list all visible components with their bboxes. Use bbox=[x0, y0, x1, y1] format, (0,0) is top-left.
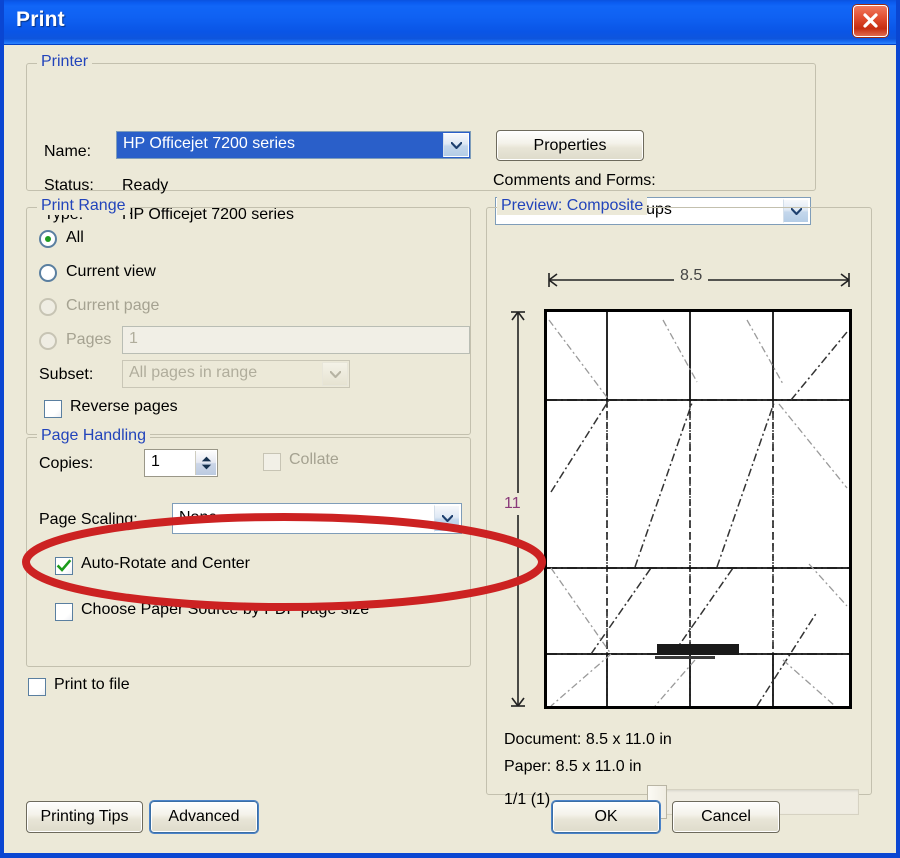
subset-label: Subset: bbox=[39, 366, 94, 383]
page-scaling-combo[interactable]: None bbox=[172, 503, 462, 534]
printer-name-label: Name: bbox=[44, 143, 92, 160]
preview-drawing bbox=[547, 312, 849, 706]
print-range-group-legend: Print Range bbox=[37, 197, 130, 215]
chevron-down-icon[interactable] bbox=[434, 505, 460, 532]
copies-label: Copies: bbox=[39, 455, 94, 472]
page-scaling-label: Page Scaling: bbox=[39, 511, 138, 528]
window-title: Print bbox=[16, 8, 65, 31]
printer-group: Printer bbox=[26, 53, 816, 191]
printer-group-legend: Printer bbox=[37, 53, 93, 71]
chevron-down-icon[interactable] bbox=[443, 133, 469, 157]
printer-status-label: Status: bbox=[44, 177, 94, 194]
collate-checkbox bbox=[263, 453, 281, 471]
preview-width-dimension: 8.5 bbox=[674, 267, 709, 285]
print-to-file-checkbox[interactable] bbox=[28, 678, 46, 696]
radio-current-view[interactable] bbox=[39, 264, 57, 282]
comments-and-forms-label: Comments and Forms: bbox=[493, 172, 656, 189]
check-icon bbox=[56, 559, 72, 572]
spinner-arrows-icon[interactable] bbox=[195, 451, 216, 475]
auto-rotate-checkbox[interactable] bbox=[55, 557, 73, 575]
collate-label: Collate bbox=[289, 451, 339, 468]
print-dialog-window: Print Printer Name: HP Officejet 7200 se… bbox=[0, 0, 900, 858]
preview-group-legend: Preview: Composite bbox=[497, 197, 648, 215]
printing-tips-button[interactable]: Printing Tips bbox=[26, 801, 143, 833]
title-bar: Print bbox=[4, 0, 896, 45]
document-size-info: Document: 8.5 x 11.0 in bbox=[504, 731, 672, 748]
reverse-pages-checkbox[interactable] bbox=[44, 400, 62, 418]
printer-name-value: HP Officejet 7200 series bbox=[123, 135, 295, 152]
page-scaling-value: None bbox=[179, 509, 218, 526]
pages-input-value: 1 bbox=[129, 330, 138, 347]
chevron-down-icon bbox=[322, 362, 348, 386]
dialog-body: Printer Name: HP Officejet 7200 series S… bbox=[4, 45, 896, 853]
page-handling-group-legend: Page Handling bbox=[37, 427, 150, 445]
copies-value: 1 bbox=[151, 453, 160, 470]
preview-height-dimension: 11 bbox=[502, 493, 523, 515]
printer-name-combo[interactable]: HP Officejet 7200 series bbox=[116, 131, 471, 159]
choose-paper-source-label: Choose Paper Source by PDF page size bbox=[81, 601, 370, 618]
advanced-button[interactable]: Advanced bbox=[150, 801, 258, 833]
close-icon[interactable] bbox=[853, 5, 888, 37]
radio-pages bbox=[39, 332, 57, 350]
auto-rotate-label: Auto-Rotate and Center bbox=[81, 555, 250, 572]
radio-current-view-label: Current view bbox=[66, 263, 156, 280]
choose-paper-source-checkbox[interactable] bbox=[55, 603, 73, 621]
drawing-title-block bbox=[655, 644, 739, 659]
subset-combo: All pages in range bbox=[122, 360, 350, 388]
radio-current-page-label: Current page bbox=[66, 297, 160, 314]
pages-input: 1 bbox=[122, 326, 470, 354]
cancel-button[interactable]: Cancel bbox=[672, 801, 780, 833]
radio-pages-label: Pages bbox=[66, 331, 112, 348]
reverse-pages-label: Reverse pages bbox=[70, 398, 178, 415]
page-counter: 1/1 (1) bbox=[504, 791, 551, 808]
subset-value: All pages in range bbox=[129, 364, 258, 381]
page-preview-sheet bbox=[544, 309, 852, 709]
radio-current-page bbox=[39, 298, 57, 316]
radio-all-label: All bbox=[66, 229, 84, 246]
copies-stepper[interactable]: 1 bbox=[144, 449, 218, 477]
paper-size-info: Paper: 8.5 x 11.0 in bbox=[504, 758, 642, 775]
ok-button[interactable]: OK bbox=[552, 801, 660, 833]
print-to-file-label: Print to file bbox=[54, 676, 130, 693]
properties-button[interactable]: Properties bbox=[496, 130, 644, 161]
printer-status-value: Ready bbox=[122, 177, 169, 194]
radio-all[interactable] bbox=[39, 230, 57, 248]
